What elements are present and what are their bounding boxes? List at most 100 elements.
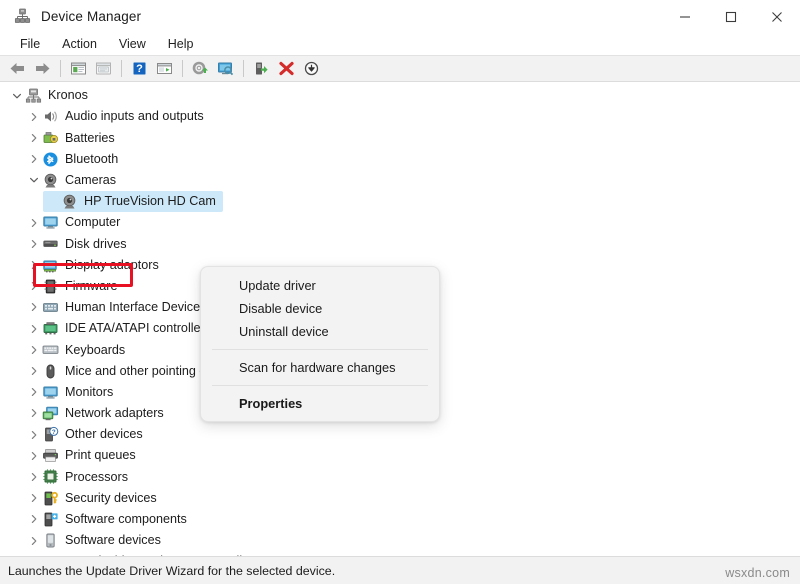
chevron-right-icon[interactable] — [26, 490, 42, 506]
title-bar: Device Manager — [0, 0, 800, 33]
context-menu-item-update-driver[interactable]: Update driver — [201, 274, 439, 297]
tree-item-label: Cameras — [65, 174, 116, 187]
bluetooth-icon — [42, 151, 59, 168]
tree-item-label: Processors — [65, 471, 128, 484]
enable-device-icon[interactable] — [249, 57, 274, 80]
chevron-right-icon[interactable] — [26, 109, 42, 125]
menu-action[interactable]: Action — [51, 35, 108, 53]
tree-item-cameras[interactable]: Cameras — [0, 170, 800, 191]
tree-item-label: Bluetooth — [65, 153, 118, 166]
context-menu-separator — [212, 349, 428, 350]
chevron-right-icon[interactable] — [26, 299, 42, 315]
printer-icon — [42, 447, 59, 464]
tree-item-label: Display adaptors — [65, 259, 159, 272]
tree-item-label: Other devices — [65, 428, 143, 441]
camera-icon — [42, 172, 59, 189]
tree-item-software-components[interactable]: Software components — [0, 509, 800, 530]
close-button[interactable] — [754, 0, 800, 33]
tree-item-label: IDE ATA/ATAPI controllers — [65, 322, 211, 335]
tree-item-kronos[interactable]: Kronos — [0, 85, 800, 106]
download-icon[interactable] — [299, 57, 324, 80]
tree-item-label: Security devices — [65, 492, 157, 505]
tree-item-audio-inputs-and-outputs[interactable]: Audio inputs and outputs — [0, 106, 800, 127]
monitor-icon — [42, 384, 59, 401]
menu-view[interactable]: View — [108, 35, 157, 53]
chevron-right-icon[interactable] — [26, 278, 42, 294]
hid-icon — [42, 299, 59, 316]
chevron-right-icon[interactable] — [26, 469, 42, 485]
mouse-icon — [42, 363, 59, 380]
tree-item-bluetooth[interactable]: Bluetooth — [0, 149, 800, 170]
software-component-icon — [42, 511, 59, 528]
svg-text:?: ? — [52, 429, 56, 436]
tree-item-other-devices[interactable]: ? Other devices — [0, 424, 800, 445]
toolbar-separator — [121, 60, 122, 77]
menu-bar: File Action View Help — [0, 33, 800, 55]
chevron-right-icon[interactable] — [26, 511, 42, 527]
device-manager-window: Device Manager File Action — [0, 0, 800, 584]
software-device-icon — [42, 532, 59, 549]
tree-spacer — [45, 194, 61, 210]
chevron-right-icon[interactable] — [26, 405, 42, 421]
chevron-right-icon[interactable] — [26, 257, 42, 273]
context-menu-item-disable-device[interactable]: Disable device — [201, 297, 439, 320]
scan-hardware-changes-icon[interactable] — [188, 57, 213, 80]
context-menu-item-scan-for-hardware-changes[interactable]: Scan for hardware changes — [201, 356, 439, 379]
chevron-right-icon[interactable] — [26, 342, 42, 358]
chevron-right-icon[interactable] — [26, 151, 42, 167]
tree-item-label: Disk drives — [65, 238, 127, 251]
tree-item-processors[interactable]: Processors — [0, 466, 800, 487]
tree-item-label: Firmware — [65, 280, 117, 293]
firmware-icon — [42, 278, 59, 295]
tree-item-label: Print queues — [65, 449, 136, 462]
chevron-right-icon[interactable] — [26, 448, 42, 464]
chevron-down-icon[interactable] — [9, 88, 25, 104]
forward-icon[interactable] — [30, 57, 55, 80]
maximize-button[interactable] — [708, 0, 754, 33]
show-hide-console-tree-icon[interactable] — [66, 57, 91, 80]
tree-item-hp-truevision-hd-cam[interactable]: HP TrueVision HD Cam — [0, 191, 800, 212]
chevron-down-icon[interactable] — [26, 172, 42, 188]
tree-item-label: Software components — [65, 513, 187, 526]
device-tree-panel: Kronos Audio inputs and outputs Batteries B… — [0, 82, 800, 556]
camera-icon — [61, 193, 78, 210]
back-icon[interactable] — [5, 57, 30, 80]
display-icon[interactable] — [213, 57, 238, 80]
uninstall-device-icon[interactable] — [274, 57, 299, 80]
minimize-button[interactable] — [662, 0, 708, 33]
chevron-right-icon[interactable] — [26, 427, 42, 443]
chevron-right-icon[interactable] — [26, 384, 42, 400]
help-icon[interactable]: ? — [127, 57, 152, 80]
tree-item-software-devices[interactable]: Software devices — [0, 530, 800, 551]
context-menu-item-properties[interactable]: Properties — [201, 392, 439, 415]
tree-item-batteries[interactable]: Batteries — [0, 127, 800, 148]
update-driver-icon[interactable] — [152, 57, 177, 80]
chevron-right-icon[interactable] — [26, 363, 42, 379]
window-controls — [662, 0, 800, 33]
device-manager-icon — [14, 8, 31, 25]
toolbar-separator — [243, 60, 244, 77]
menu-file[interactable]: File — [9, 35, 51, 53]
tree-item-label: Batteries — [65, 132, 115, 145]
tree-item-print-queues[interactable]: Print queues — [0, 445, 800, 466]
context-menu-separator — [212, 385, 428, 386]
tree-item-label: Kronos — [48, 89, 88, 102]
chevron-right-icon[interactable] — [26, 215, 42, 231]
chevron-right-icon[interactable] — [26, 321, 42, 337]
tree-item-security-devices[interactable]: Security devices — [0, 488, 800, 509]
chevron-right-icon[interactable] — [26, 236, 42, 252]
other-device-icon: ? — [42, 426, 59, 443]
tree-item-label: HP TrueVision HD Cam — [84, 195, 216, 208]
tree-item-computer[interactable]: Computer — [0, 212, 800, 233]
tree-item-disk-drives[interactable]: Disk drives — [0, 233, 800, 254]
menu-help[interactable]: Help — [157, 35, 205, 53]
tree-item-label: Keyboards — [65, 344, 125, 357]
chevron-right-icon[interactable] — [26, 130, 42, 146]
chevron-right-icon[interactable] — [26, 533, 42, 549]
properties-icon[interactable] — [91, 57, 116, 80]
context-menu-item-uninstall-device[interactable]: Uninstall device — [201, 320, 439, 343]
network-adapter-icon — [42, 405, 59, 422]
tree-item-label: Audio inputs and outputs — [65, 110, 204, 123]
context-menu-item-label: Uninstall device — [239, 324, 329, 339]
disk-drive-icon — [42, 235, 59, 252]
